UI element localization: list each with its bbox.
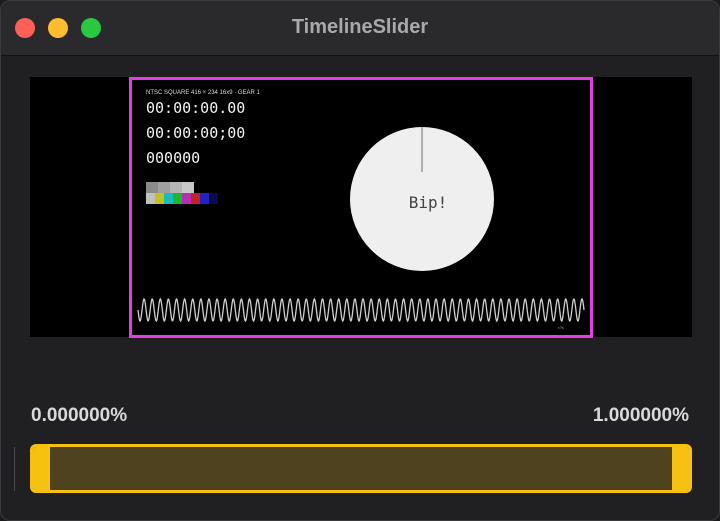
timeline-tick-mark bbox=[14, 447, 15, 491]
timecode-dropframe: 00:00:00;00 bbox=[146, 124, 245, 142]
timecode-primary: 00:00:00.00 bbox=[146, 99, 245, 117]
video-frame: NTSC SQUARE 416 × 234 16x9 · GEAR 1 00:0… bbox=[129, 77, 593, 338]
video-info-line: NTSC SQUARE 416 × 234 16x9 · GEAR 1 bbox=[146, 90, 261, 96]
range-end-label: 1.000000% bbox=[592, 405, 689, 426]
timeline-range-slider[interactable] bbox=[30, 444, 692, 493]
app-window: TimelineSlider NTSC SQUARE 416 × 234 16x… bbox=[0, 0, 720, 521]
audio-waveform bbox=[137, 297, 585, 323]
video-corner-mark: ¹⁰⁸ bbox=[558, 326, 564, 332]
range-start-handle[interactable] bbox=[33, 447, 50, 490]
video-preview: NTSC SQUARE 416 × 234 16x9 · GEAR 1 00:0… bbox=[137, 90, 585, 332]
window-title: TimelineSlider bbox=[291, 16, 429, 38]
title-bar: TimelineSlider bbox=[1, 1, 719, 56]
range-end-handle[interactable] bbox=[672, 447, 689, 490]
frame-counter: 000000 bbox=[146, 149, 200, 167]
color-bars-graphic bbox=[146, 182, 218, 204]
circle-label: Bip! bbox=[409, 193, 448, 212]
range-start-label: 0.000000% bbox=[31, 405, 128, 426]
